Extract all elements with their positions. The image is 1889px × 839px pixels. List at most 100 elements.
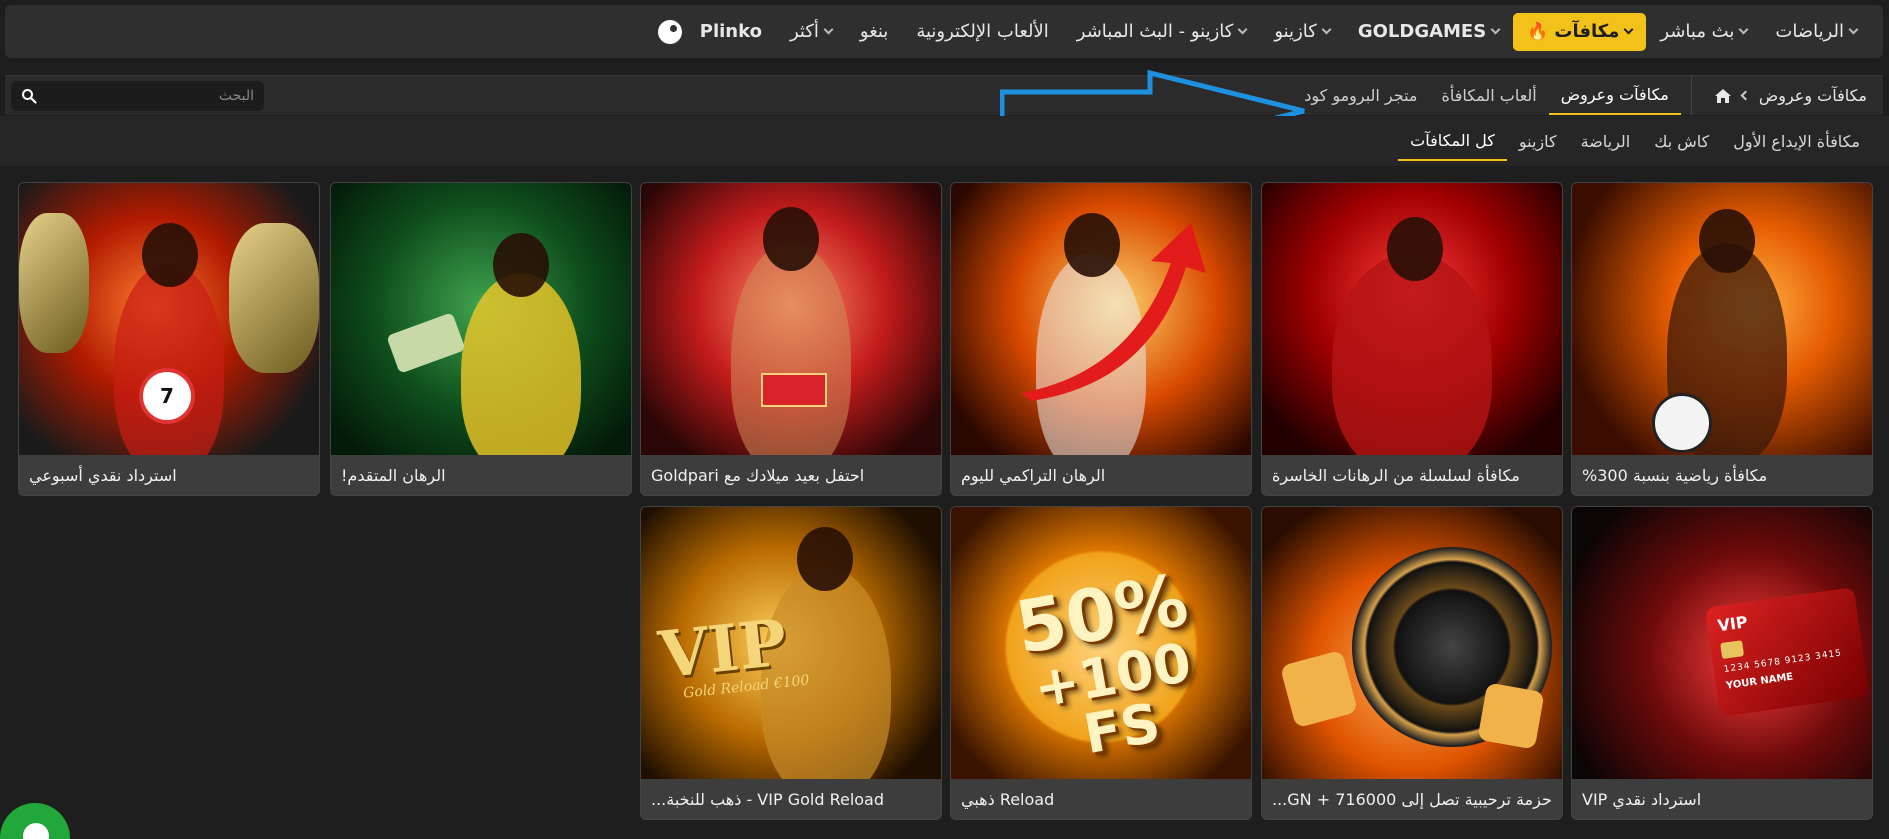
- tab-promo-store[interactable]: متجر البرومو كود: [1292, 76, 1429, 115]
- breadcrumb-current[interactable]: مكافآت وعروض: [1759, 86, 1867, 105]
- nav-sports[interactable]: الرياضات: [1761, 13, 1871, 51]
- nav-more[interactable]: أكثر: [776, 13, 846, 51]
- nav-live-label: بث مباشر: [1660, 21, 1735, 42]
- tab-promo-store-label: متجر البرومو كود: [1304, 86, 1418, 105]
- nav-bingo-label: بنغو: [859, 21, 889, 42]
- nav-plinko-label: Plinko: [699, 21, 762, 42]
- nav-bonuses-label: مكافآت: [1554, 21, 1620, 42]
- nav-more-label: أكثر: [789, 21, 819, 42]
- home-icon[interactable]: [1714, 88, 1732, 104]
- bonus-title: الرهان التراكمي لليوم: [961, 465, 1106, 485]
- bonus-title: حزمة ترحيبية تصل إلى 716000 + GN...: [1272, 789, 1552, 809]
- bonus-card-gold-reload[interactable]: 50% +100 FS Reload ذهبي: [950, 506, 1252, 820]
- tab-bonus-games[interactable]: ألعاب المكافأة: [1430, 76, 1549, 115]
- card-chip-icon: [1720, 640, 1745, 660]
- filter-first-deposit[interactable]: مكافأة الإيداع الأول: [1721, 121, 1872, 161]
- bonus-image: [1572, 183, 1872, 455]
- bonus-image: VIP Gold Reload €100: [641, 507, 941, 779]
- bonus-card-advanced-bet[interactable]: الرهان المتقدم!: [330, 182, 632, 496]
- chevron-right-icon: [1740, 90, 1751, 101]
- bonus-image: [1262, 183, 1562, 455]
- filter-first-deposit-label: مكافأة الإيداع الأول: [1733, 131, 1860, 151]
- nav-casino[interactable]: كازينو: [1260, 13, 1344, 51]
- tab-bonus-games-label: ألعاب المكافأة: [1441, 86, 1537, 105]
- filter-all-bonuses[interactable]: كل المكافآت: [1398, 121, 1507, 161]
- nav-plinko[interactable]: Plinko: [644, 13, 776, 51]
- bonus-title: استرداد نقدي أسبوعي: [29, 465, 177, 485]
- chevron-down-icon: [1738, 24, 1749, 35]
- bonus-card-vip-gold-reload[interactable]: VIP Gold Reload €100 VIP Gold Reload - ذ…: [640, 506, 942, 820]
- nav-live[interactable]: بث مباشر: [1646, 13, 1761, 51]
- bonus-card-losing-streak[interactable]: مكافأة لسلسلة من الرهانات الخاسرة: [1261, 182, 1563, 496]
- chevron-down-icon: [1848, 24, 1859, 35]
- tab-bonuses-offers-label: مكافآت وعروض: [1560, 85, 1669, 104]
- dice-icon: [1279, 649, 1359, 729]
- bonus-title: مكافأة لسلسلة من الرهانات الخاسرة: [1272, 465, 1520, 485]
- vip-card-label: VIP: [1716, 612, 1749, 636]
- filter-casino[interactable]: كازينو: [1507, 121, 1569, 161]
- bonus-image: [641, 183, 941, 455]
- bonus-image: [951, 183, 1251, 455]
- nav-casino-label: كازينو: [1274, 21, 1317, 42]
- chevron-down-icon: [1321, 24, 1332, 35]
- sub-navigation: مكافآت وعروض مكافآت وعروض ألعاب المكافأة…: [5, 75, 1883, 115]
- filter-sports[interactable]: الرياضة: [1569, 121, 1643, 161]
- flame-icon: 🔥: [1527, 21, 1549, 42]
- cash-fan-icon: [386, 312, 466, 374]
- filter-bar: مكافأة الإيداع الأول كاش بك الرياضة كازي…: [0, 116, 1889, 166]
- dice-icon: [1477, 682, 1545, 750]
- bonus-image: 50% +100 FS: [951, 507, 1251, 779]
- bonus-image: 7: [19, 183, 319, 455]
- nav-esports[interactable]: الألعاب الإلكترونية: [902, 13, 1062, 51]
- filter-casino-label: كازينو: [1518, 131, 1557, 151]
- vip-credit-card: VIP 1234 5678 9123 3415 YOUR NAME: [1705, 587, 1869, 717]
- calendar-day: 7: [160, 384, 174, 408]
- bonus-card-daily-accumulator[interactable]: الرهان التراكمي لليوم: [950, 182, 1252, 496]
- bonus-title: VIP Gold Reload - ذهب للنخبة...: [651, 789, 885, 809]
- chevron-down-icon: [1623, 24, 1634, 35]
- bonus-card-weekly-cashback[interactable]: 7 استرداد نقدي أسبوعي: [18, 182, 320, 496]
- gold-shape-icon: [229, 223, 319, 373]
- chevron-down-icon: [1237, 24, 1248, 35]
- search-box: [11, 81, 264, 111]
- nav-esports-label: الألعاب الإلكترونية: [916, 21, 1049, 42]
- bonus-card-vip-cashback[interactable]: VIP 1234 5678 9123 3415 YOUR NAME استردا…: [1571, 506, 1873, 820]
- filter-cashback-label: كاش بك: [1654, 131, 1710, 151]
- gift-box-icon: [761, 373, 827, 407]
- search-input[interactable]: [37, 88, 254, 104]
- gold-shape-icon: [19, 213, 89, 353]
- chevron-down-icon: [1490, 24, 1501, 35]
- bonus-title: Reload ذهبي: [961, 789, 1055, 809]
- bonus-image: [1262, 507, 1562, 779]
- nav-goldgames[interactable]: GOLDGAMES: [1344, 13, 1513, 51]
- bonus-title: احتفل بعيد ميلادك مع Goldpari: [651, 465, 865, 485]
- bonus-image: [331, 183, 631, 455]
- nav-live-casino-label: كازينو - البث المباشر: [1076, 21, 1234, 42]
- nav-live-casino[interactable]: كازينو - البث المباشر: [1063, 13, 1261, 51]
- calendar-icon: 7: [139, 368, 195, 424]
- filter-sports-label: الرياضة: [1580, 131, 1631, 151]
- chat-icon[interactable]: [0, 803, 70, 839]
- filter-all-bonuses-label: كل المكافآت: [1410, 130, 1495, 150]
- nav-goldgames-label: GOLDGAMES: [1357, 21, 1487, 42]
- bonus-title: مكافأة رياضية بنسبة 300%: [1582, 465, 1768, 485]
- top-navigation: الرياضات بث مباشر 🔥 مكافآت GOLDGAMES كاز…: [5, 5, 1883, 58]
- chevron-down-icon: [823, 24, 834, 35]
- tab-bonuses-offers[interactable]: مكافآت وعروض: [1548, 76, 1681, 115]
- bonus-image: VIP 1234 5678 9123 3415 YOUR NAME: [1572, 507, 1872, 779]
- bonus-card-welcome-pack[interactable]: حزمة ترحيبية تصل إلى 716000 + GN...: [1261, 506, 1563, 820]
- bonus-card-birthday[interactable]: احتفل بعيد ميلادك مع Goldpari: [640, 182, 942, 496]
- bonus-card-sports-300[interactable]: مكافأة رياضية بنسبة 300%: [1571, 182, 1873, 496]
- football-icon: [1652, 393, 1712, 453]
- nav-bonuses[interactable]: 🔥 مكافآت: [1513, 12, 1647, 51]
- promo-headline: 50% +100 FS: [997, 557, 1225, 773]
- bonus-title: استرداد نقدي VIP: [1582, 789, 1702, 809]
- plinko-ball-icon: [657, 19, 682, 44]
- red-arrow-icon: [1021, 223, 1206, 401]
- nav-sports-label: الرياضات: [1775, 21, 1844, 42]
- breadcrumb: مكافآت وعروض: [1690, 76, 1867, 115]
- filter-cashback[interactable]: كاش بك: [1642, 121, 1721, 161]
- bonus-title: الرهان المتقدم!: [341, 465, 446, 485]
- search-icon[interactable]: [21, 88, 37, 104]
- nav-bingo[interactable]: بنغو: [846, 13, 902, 51]
